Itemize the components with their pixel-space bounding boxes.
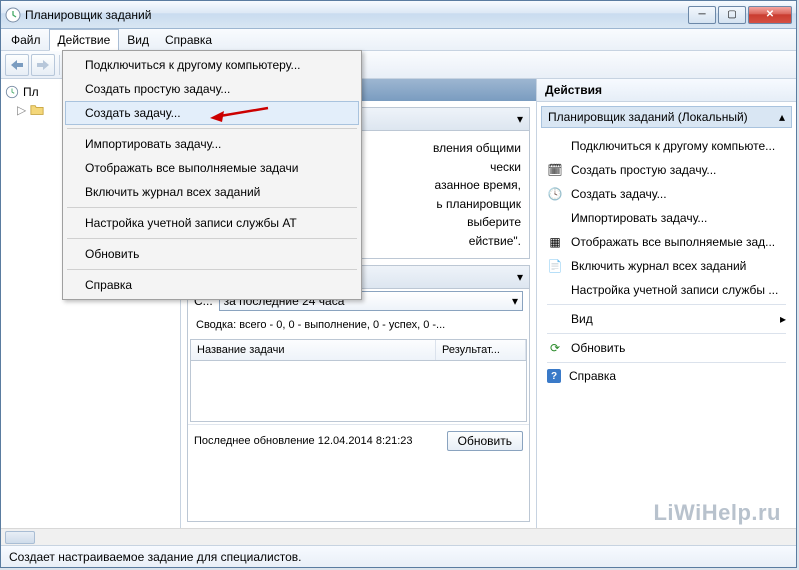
action-basic-task[interactable]: 🗓Создать простую задачу... (541, 158, 792, 182)
action-show-running[interactable]: ▦Отображать все выполняемые зад... (541, 230, 792, 254)
separator (547, 333, 786, 334)
help-icon: ? (547, 369, 561, 383)
window-title: Планировщик заданий (25, 8, 688, 22)
menu-separator (67, 238, 357, 239)
menu-at-account[interactable]: Настройка учетной записи службы AT (65, 211, 359, 235)
nav-fwd-button[interactable] (31, 54, 55, 76)
h-scrollbar[interactable] (1, 528, 796, 545)
action-enable-history[interactable]: 📄Включить журнал всех заданий (541, 254, 792, 278)
clock-icon (5, 7, 21, 23)
menu-show-running[interactable]: Отображать все выполняемые задачи (65, 156, 359, 180)
col-result[interactable]: Результат... (436, 340, 526, 360)
refresh-icon: ⟳ (547, 340, 563, 356)
blank-icon (547, 311, 563, 327)
menu-separator (67, 207, 357, 208)
actions-title: Действия (537, 79, 796, 102)
task-icon: 🕓 (547, 186, 563, 202)
menu-basic-task[interactable]: Создать простую задачу... (65, 77, 359, 101)
summary-text: Сводка: всего - 0, 0 - выполнение, 0 - у… (188, 313, 529, 337)
menu-refresh[interactable]: Обновить (65, 242, 359, 266)
log-icon: 📄 (547, 258, 563, 274)
action-connect[interactable]: Подключиться к другому компьюте... (541, 134, 792, 158)
action-create-task[interactable]: 🕓Создать задачу... (541, 182, 792, 206)
table-body (191, 361, 526, 421)
chevron-right-icon: ▸ (780, 312, 786, 326)
col-task-name[interactable]: Название задачи (191, 340, 436, 360)
clock-icon (5, 85, 19, 99)
expand-icon[interactable]: ▷ (17, 103, 26, 117)
statusbar: Создает настраиваемое задание для специа… (1, 545, 796, 567)
tree-root-label: Пл (23, 85, 39, 99)
nav-back-button[interactable] (5, 54, 29, 76)
last-update-text: Последнее обновление 12.04.2014 8:21:23 (194, 435, 439, 447)
blank-icon (547, 282, 563, 298)
chevron-down-icon: ▾ (512, 294, 518, 308)
action-view[interactable]: Вид▸ (541, 307, 792, 331)
scrollbar-thumb[interactable] (5, 531, 35, 544)
watermark: LiWiHelp.ru (653, 500, 781, 526)
window-buttons: ─ ▢ ✕ (688, 6, 792, 24)
action-help[interactable]: ?Справка (541, 365, 792, 387)
tasks-table: Название задачи Результат... (190, 339, 527, 422)
menu-enable-history[interactable]: Включить журнал всех заданий (65, 180, 359, 204)
action-menu-dropdown: Подключиться к другому компьютеру... Соз… (62, 50, 362, 300)
blank-icon (547, 138, 563, 154)
close-button[interactable]: ✕ (748, 6, 792, 24)
toolbar-separator (59, 55, 60, 75)
menu-separator (67, 269, 357, 270)
wizard-icon: 🗓 (547, 162, 563, 178)
action-refresh[interactable]: ⟳Обновить (541, 336, 792, 360)
blank-icon (547, 210, 563, 226)
menu-help[interactable]: Справка (65, 273, 359, 297)
collapse-icon[interactable]: ▾ (517, 112, 523, 126)
menu-import[interactable]: Импортировать задачу... (65, 132, 359, 156)
separator (547, 362, 786, 363)
actions-section[interactable]: Планировщик заданий (Локальный)▴ (541, 106, 792, 128)
menu-connect[interactable]: Подключиться к другому компьютеру... (65, 53, 359, 77)
folder-icon (30, 103, 44, 117)
menu-view[interactable]: Вид (119, 30, 157, 50)
action-import[interactable]: Импортировать задачу... (541, 206, 792, 230)
collapse-icon[interactable]: ▾ (517, 270, 523, 284)
separator (547, 304, 786, 305)
menu-separator (67, 128, 357, 129)
maximize-button[interactable]: ▢ (718, 6, 746, 24)
menu-action[interactable]: Действие (49, 29, 120, 51)
menu-create-task[interactable]: Создать задачу... (65, 101, 359, 125)
titlebar: Планировщик заданий ─ ▢ ✕ (1, 1, 796, 29)
status-panel: ▾ С... за последние 24 часа▾ Сводка: все… (187, 265, 530, 522)
action-at-account[interactable]: Настройка учетной записи службы ... (541, 278, 792, 302)
actions-pane: Действия Планировщик заданий (Локальный)… (536, 79, 796, 528)
menu-help[interactable]: Справка (157, 30, 220, 50)
menubar: Файл Действие Вид Справка (1, 29, 796, 51)
minimize-button[interactable]: ─ (688, 6, 716, 24)
menu-file[interactable]: Файл (3, 30, 49, 50)
collapse-icon: ▴ (779, 110, 785, 124)
list-icon: ▦ (547, 234, 563, 250)
refresh-button[interactable]: Обновить (447, 431, 523, 451)
